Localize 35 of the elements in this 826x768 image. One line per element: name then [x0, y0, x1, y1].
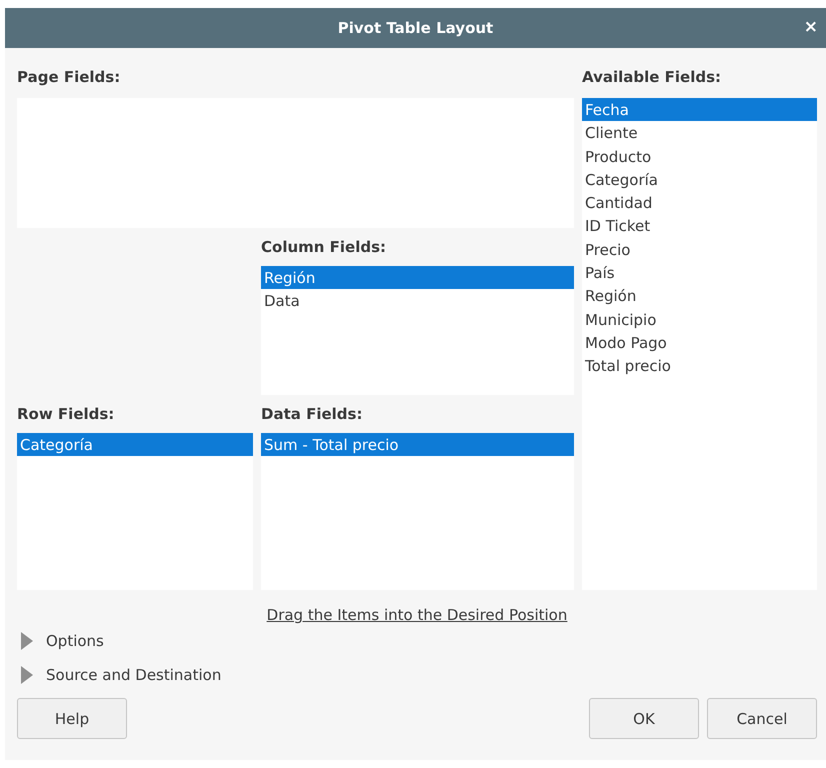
field-label: Data Fields: — [261, 405, 364, 423]
list-item[interactable]: Cliente — [582, 121, 817, 145]
list-item[interactable]: Precio — [582, 238, 817, 262]
list-item[interactable]: Total precio — [582, 354, 817, 378]
expander-icon[interactable] — [21, 632, 33, 650]
field-label: Row Fields: — [17, 405, 116, 423]
list-item[interactable]: Sum - Total precio — [261, 433, 574, 456]
hint-text: Drag the Items into the Desired Position — [266, 606, 568, 624]
help-button[interactable]: Help — [17, 698, 127, 739]
list-item[interactable]: Fecha — [582, 98, 817, 122]
list-item[interactable]: Modo Pago — [582, 330, 817, 354]
list-item[interactable]: Data — [261, 289, 574, 313]
expander-icon[interactable] — [21, 666, 33, 684]
list-item[interactable]: Región — [582, 284, 817, 308]
field-label: Column Fields: — [261, 238, 388, 256]
list-item[interactable]: ID Ticket — [582, 214, 817, 238]
list-item[interactable]: Región — [261, 266, 574, 290]
data-fields-list[interactable]: Sum - Total precio — [261, 433, 574, 590]
ok-button[interactable]: OK — [589, 698, 699, 739]
list-item[interactable]: Producto — [582, 144, 817, 168]
expander-label[interactable]: Options — [46, 632, 104, 650]
column-fields-list[interactable]: Región Data — [261, 266, 574, 395]
list-item[interactable]: Categoría — [17, 433, 253, 456]
available-fields-list[interactable]: Fecha Cliente Producto Categoría Cantidad ID Ticket Precio País Región Municipio Modo Pago Total precio — [582, 98, 817, 590]
list-item[interactable]: Cantidad — [582, 191, 817, 214]
window-title: Pivot Table Layout — [338, 19, 494, 37]
list-item[interactable]: Municipio — [582, 308, 817, 331]
cancel-button[interactable]: Cancel — [707, 698, 817, 739]
field-label: Page Fields: — [17, 68, 122, 86]
row-fields-list[interactable]: Categoría — [17, 433, 253, 590]
field-label: Available Fields: — [582, 68, 722, 86]
expander-label[interactable]: Source and Destination — [46, 666, 222, 684]
close-button[interactable]: × — [800, 17, 822, 37]
list-item[interactable]: País — [582, 261, 817, 284]
list-item[interactable]: Categoría — [582, 168, 817, 192]
